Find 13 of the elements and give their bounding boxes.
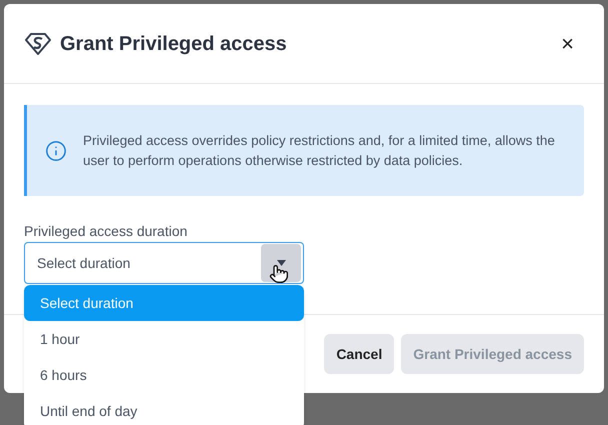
info-icon <box>45 140 67 162</box>
dropdown-option[interactable]: 6 hours <box>24 357 304 393</box>
dialog-title: Grant Privileged access <box>60 32 287 56</box>
close-button[interactable]: × <box>561 32 574 54</box>
shield-icon <box>24 32 52 56</box>
info-text: Privileged access overrides policy restrictions and, for a limited time, allows the user to perform operations otherwise restricted by data policies. <box>83 132 556 170</box>
dropdown-option[interactable]: Until end of day <box>24 393 304 425</box>
duration-select[interactable]: Select duration <box>24 242 304 284</box>
dropdown-option[interactable]: 1 hour <box>24 321 304 357</box>
caret-icon <box>276 260 286 266</box>
cancel-button[interactable]: Cancel <box>324 334 394 374</box>
field-label: Privileged access duration <box>24 222 188 240</box>
pointer-cursor-icon <box>269 264 289 284</box>
